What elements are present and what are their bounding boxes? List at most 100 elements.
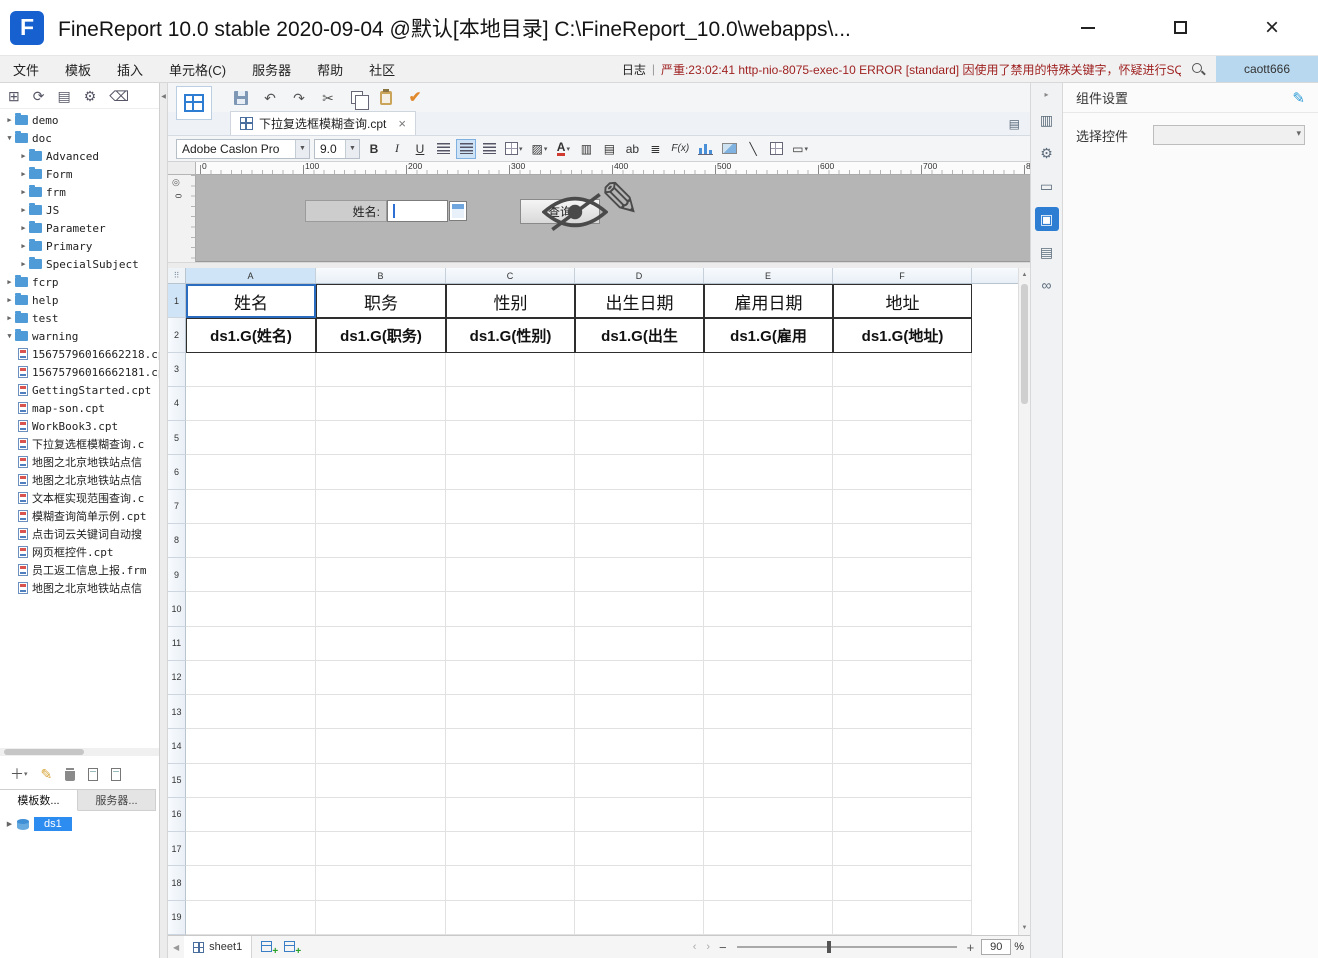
zoom-slider[interactable] — [736, 940, 957, 954]
borders-button[interactable]: ▾ — [502, 139, 526, 159]
unmerge-cells-button[interactable]: ▤ — [599, 139, 619, 159]
tree-file[interactable]: 网页框控件.cpt — [0, 543, 159, 561]
datasource-item-ds1[interactable]: ▶ ds1 — [0, 814, 159, 834]
cell-B17[interactable] — [316, 832, 446, 867]
tree-file[interactable]: GettingStarted.cpt — [0, 381, 159, 399]
cell-F18[interactable] — [833, 866, 972, 901]
cell-A2[interactable]: ds1.G(姓名) — [186, 318, 316, 353]
cell-E13[interactable] — [704, 695, 833, 730]
preview-datasource-button[interactable] — [88, 767, 99, 781]
menu-item[interactable]: 文件 — [0, 56, 52, 82]
cell-D10[interactable] — [575, 592, 704, 627]
cell-E7[interactable] — [704, 489, 833, 524]
zoom-out-button[interactable]: − — [715, 940, 731, 955]
add-poly-sheet-button[interactable] — [284, 940, 301, 957]
cell-F7[interactable] — [833, 489, 972, 524]
add-datasource-button[interactable]: ＋ ▾ — [10, 767, 28, 781]
menu-item[interactable]: 插入 — [104, 56, 156, 82]
cell-A10[interactable] — [186, 592, 316, 627]
align-left-button[interactable] — [433, 139, 453, 159]
cell-E3[interactable] — [704, 352, 833, 387]
cell-C5[interactable] — [446, 421, 575, 456]
font-size-select[interactable]: 9.0 ▼ — [314, 138, 360, 159]
cell-D8[interactable] — [575, 523, 704, 558]
tree-folder[interactable]: ▶ test — [0, 309, 159, 327]
cell-E14[interactable] — [704, 729, 833, 764]
cell-D5[interactable] — [575, 421, 704, 456]
cell-D4[interactable] — [575, 386, 704, 421]
cell-F16[interactable] — [833, 797, 972, 832]
edit-datasource-button[interactable]: ✎ — [41, 767, 53, 781]
cell-A7[interactable] — [186, 489, 316, 524]
cell-C14[interactable] — [446, 729, 575, 764]
cell-F15[interactable] — [833, 763, 972, 798]
cell-E5[interactable] — [704, 421, 833, 456]
cell-B11[interactable] — [316, 626, 446, 661]
font-color-button[interactable]: A ▾ — [553, 139, 573, 159]
align-right-button[interactable] — [479, 139, 499, 159]
save-icon[interactable] — [232, 88, 250, 108]
float-element-icon[interactable]: ▭ — [1035, 174, 1059, 198]
cell-C19[interactable] — [446, 900, 575, 935]
cell-C17[interactable] — [446, 832, 575, 867]
cell-B15[interactable] — [316, 763, 446, 798]
connection-button[interactable] — [111, 767, 122, 781]
cell-B14[interactable] — [316, 729, 446, 764]
column-header-E[interactable]: E — [704, 268, 833, 283]
close-button[interactable]: × — [1226, 0, 1318, 55]
cell-F3[interactable] — [833, 352, 972, 387]
cell-E10[interactable] — [704, 592, 833, 627]
chevron-right-icon[interactable]: ▶ — [18, 152, 29, 160]
tree-folder[interactable]: ▶ SpecialSubject — [0, 255, 159, 273]
tree-folder[interactable]: ▶ help — [0, 291, 159, 309]
row-header-6[interactable]: 6 — [168, 455, 186, 490]
row-header-8[interactable]: 8 — [168, 523, 186, 558]
tree-folder[interactable]: ▼ doc — [0, 129, 159, 147]
cell-E8[interactable] — [704, 523, 833, 558]
tree-file[interactable]: WorkBook3.cpt — [0, 417, 159, 435]
cell-A15[interactable] — [186, 763, 316, 798]
font-family-select[interactable]: Adobe Caslon Pro ▼ — [176, 138, 310, 159]
cell-C7[interactable] — [446, 489, 575, 524]
paste-icon[interactable] — [377, 88, 395, 108]
cell-E12[interactable] — [704, 660, 833, 695]
cell-B5[interactable] — [316, 421, 446, 456]
tab-close-icon[interactable]: × — [398, 117, 406, 130]
cell-A14[interactable] — [186, 729, 316, 764]
row-header-2[interactable]: 2 — [168, 318, 186, 353]
cell-A18[interactable] — [186, 866, 316, 901]
cell-F11[interactable] — [833, 626, 972, 661]
edit-pencil-icon[interactable]: ✎ — [1292, 89, 1305, 107]
row-header-3[interactable]: 3 — [168, 352, 186, 387]
cut-icon[interactable]: ✂ — [319, 88, 337, 108]
cell-C18[interactable] — [446, 866, 575, 901]
zoom-value[interactable]: 90 — [981, 939, 1012, 955]
column-header-B[interactable]: B — [316, 268, 446, 283]
cell-C16[interactable] — [446, 797, 575, 832]
row-header-9[interactable]: 9 — [168, 558, 186, 593]
align-center-button[interactable] — [456, 138, 476, 159]
chevron-down-icon[interactable]: ▼ — [4, 332, 15, 340]
tree-folder[interactable]: ▶ Primary — [0, 237, 159, 255]
nav-left-icon[interactable]: ‹ — [688, 941, 702, 953]
text-widget-button[interactable]: ab — [622, 139, 642, 159]
cell-C8[interactable] — [446, 523, 575, 558]
chevron-right-icon[interactable]: ▶ — [4, 278, 15, 286]
menu-item[interactable]: 社区 — [356, 56, 408, 82]
cell-C12[interactable] — [446, 660, 575, 695]
cell-A16[interactable] — [186, 797, 316, 832]
cell-D15[interactable] — [575, 763, 704, 798]
cell-B4[interactable] — [316, 386, 446, 421]
tree-file[interactable]: 下拉复选框模糊查询.c — [0, 435, 159, 453]
settings-gear-icon[interactable]: ⚙ — [84, 89, 97, 103]
cell-D12[interactable] — [575, 660, 704, 695]
cell-E6[interactable] — [704, 455, 833, 490]
sheet-tab[interactable]: sheet1 — [184, 936, 253, 958]
tree-folder[interactable]: ▶ Parameter — [0, 219, 159, 237]
cell-F2[interactable]: ds1.G(地址) — [833, 318, 972, 353]
cell-C13[interactable] — [446, 695, 575, 730]
cell-D16[interactable] — [575, 797, 704, 832]
tree-horizontal-scrollbar[interactable] — [0, 748, 159, 756]
row-header-17[interactable]: 17 — [168, 832, 186, 867]
user-badge[interactable]: caott666 — [1215, 56, 1318, 82]
